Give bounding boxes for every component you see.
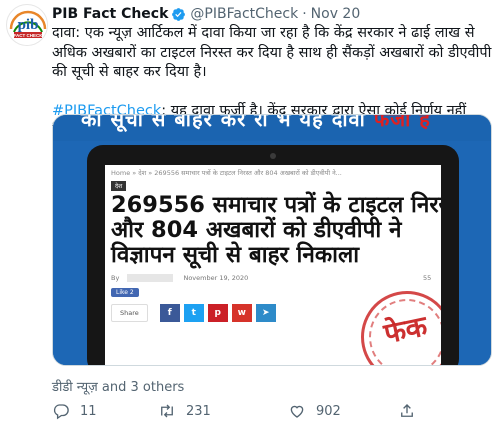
retweet-button[interactable]: 231 <box>158 401 211 421</box>
twitter-icon: t <box>183 304 204 322</box>
media-banner: का सूची से बाहर कर रा भ यह दावा फर्जी है <box>53 115 491 141</box>
share-icon <box>401 404 413 417</box>
retweet-count: 231 <box>186 403 211 419</box>
share-row: Share f t p w ➤ <box>111 304 280 322</box>
tweet-date[interactable]: Nov 20 <box>311 6 361 22</box>
fake-stamp: फेक <box>352 282 441 365</box>
tagged-users[interactable]: डीडी न्यूज़ and 3 others <box>52 377 184 395</box>
article-byline: By November 19, 2020 <box>111 274 248 282</box>
article-breadcrumb: Home » देश » 269556 समाचार पत्रों के टाइ… <box>111 169 342 177</box>
byline-prefix: By <box>111 274 120 282</box>
camera-icon <box>270 153 276 159</box>
facebook-icon: f <box>159 304 180 322</box>
pib-logo-subtext: FACT CHECK <box>14 33 44 38</box>
article-category: देश <box>111 181 127 191</box>
share-label: Share <box>111 304 148 322</box>
reply-icon <box>53 404 69 420</box>
headline-line-2: और 804 अखबारों को डीएवीपी ने <box>111 217 402 243</box>
article-headline: 269556 समाचार पत्रों के टाइटल निरस्त और … <box>111 193 441 268</box>
facebook-like-button: Like 2 <box>111 288 139 297</box>
tweet-header: PIB Fact Check @PIBFactCheck · Nov 20 <box>52 5 360 23</box>
pib-logo-text: pib <box>18 17 39 33</box>
tweet-media[interactable]: का सूची से बाहर कर रा भ यह दावा फर्जी है… <box>52 114 492 366</box>
retweet-icon <box>161 404 173 418</box>
author-handle[interactable]: @PIBFactCheck <box>190 6 298 22</box>
whatsapp-icon: w <box>231 304 252 322</box>
laptop-frame: Home » देश » 269556 समाचार पत्रों के टाइ… <box>87 145 459 365</box>
author-name[interactable]: PIB Fact Check <box>52 6 168 22</box>
separator-dot: · <box>302 6 307 22</box>
laptop-screen: Home » देश » 269556 समाचार पत्रों के टाइ… <box>105 165 441 365</box>
like-button[interactable]: 902 <box>288 401 341 421</box>
tweet[interactable]: pib FACT CHECK PIB Fact Check @PIBFactCh… <box>0 0 500 424</box>
comment-count: 55 <box>423 274 432 282</box>
heart-icon <box>290 405 304 418</box>
headline-line-1: 269556 समाचार पत्रों के टाइटल निरस्त <box>111 192 441 218</box>
tweet-actions: 11 231 902 <box>52 401 492 421</box>
banner-text: का सूची से बाहर कर रा भ यह दावा फर्जी है <box>81 115 431 132</box>
banner-text-red: फर्जी है <box>373 115 431 131</box>
pinterest-icon: p <box>207 304 228 322</box>
telegram-icon: ➤ <box>255 304 276 322</box>
pib-logo-icon: pib FACT CHECK <box>8 6 47 45</box>
blurred-author <box>127 274 174 282</box>
headline-line-3: विज्ञापन सूची से बाहर निकाला <box>111 242 360 268</box>
avatar[interactable]: pib FACT CHECK <box>6 4 48 46</box>
reply-count: 11 <box>80 403 97 419</box>
verified-badge-icon <box>172 7 186 21</box>
like-count: 902 <box>316 403 341 419</box>
tweet-text-claim: दावा: एक न्यूज़ आर्टिकल में दावा किया जा… <box>52 25 492 80</box>
byline-date: November 19, 2020 <box>183 274 249 282</box>
share-button[interactable] <box>398 401 426 421</box>
reply-button[interactable]: 11 <box>52 401 97 421</box>
banner-text-white: का सूची से बाहर कर रा भ यह दावा <box>81 115 366 131</box>
